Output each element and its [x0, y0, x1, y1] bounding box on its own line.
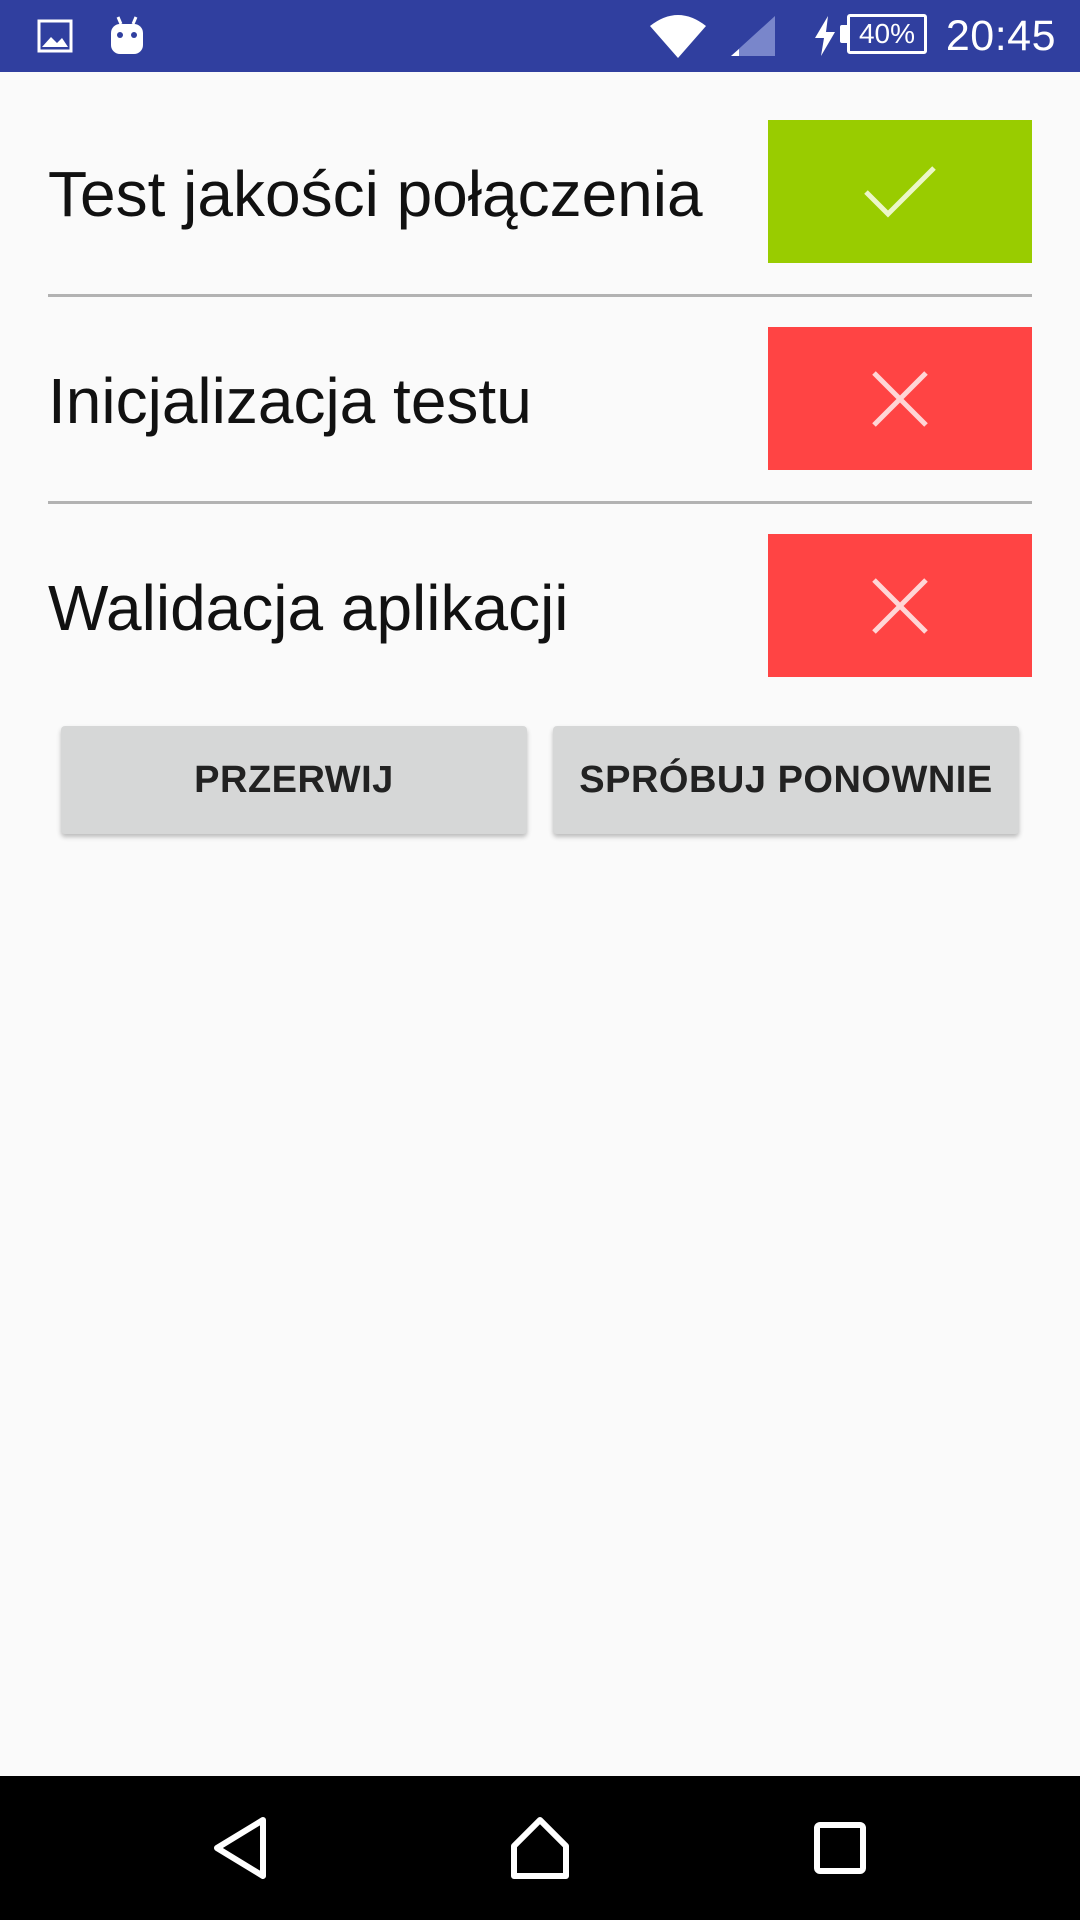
recents-icon[interactable]: [780, 1776, 900, 1920]
check-label: Test jakości połączenia: [48, 157, 703, 230]
abort-button[interactable]: PRZERWIJ: [61, 726, 527, 834]
clock: 20:45: [945, 11, 1056, 60]
back-icon[interactable]: [181, 1776, 301, 1920]
check-label: Inicjalizacja testu: [48, 364, 532, 437]
navigation-bar: [0, 1776, 1080, 1920]
status-bar: 40% 20:45: [0, 0, 1080, 72]
battery-level: 40%: [858, 18, 916, 49]
close-icon: [872, 577, 928, 634]
image-icon: [34, 0, 76, 72]
status-success: [768, 120, 1032, 263]
check-icon: [864, 165, 936, 218]
android-icon: [106, 0, 148, 72]
status-failure: [768, 534, 1032, 677]
status-failure: [768, 327, 1032, 470]
check-row-app-validation: Walidacja aplikacji: [48, 504, 1032, 711]
check-label: Walidacja aplikacji: [48, 571, 569, 644]
check-row-test-init: Inicjalizacja testu: [48, 297, 1032, 504]
signal-icon: [728, 0, 778, 72]
charging-icon: [812, 0, 838, 72]
home-icon[interactable]: [480, 1776, 600, 1920]
check-row-connection-quality: Test jakości połączenia: [48, 90, 1032, 297]
retry-button[interactable]: SPRÓBUJ PONOWNIE: [553, 726, 1019, 834]
close-icon: [872, 370, 928, 427]
wifi-icon: [646, 0, 710, 72]
battery-icon: 40%: [847, 14, 927, 54]
